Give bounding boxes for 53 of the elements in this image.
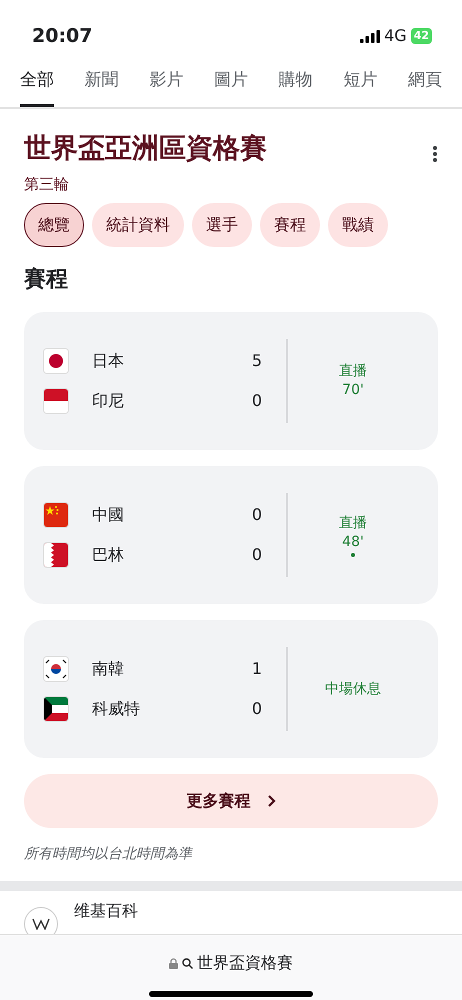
battery-icon: 42 bbox=[410, 28, 432, 44]
team-score: 1 bbox=[252, 658, 262, 680]
team-score: 5 bbox=[252, 350, 262, 372]
search-icon bbox=[182, 958, 193, 968]
team-name: 南韓 bbox=[92, 658, 125, 680]
tab[interactable]: 短片 bbox=[343, 62, 378, 106]
filter-chip[interactable]: 統計資料 bbox=[92, 203, 184, 248]
filter-chip[interactable]: 選手 bbox=[192, 203, 252, 248]
match-card[interactable]: 南韓 1 科威特 0 中場休息 bbox=[24, 620, 438, 758]
flag-icon bbox=[44, 349, 68, 374]
page-title: 世界盃亞洲區資格賽 bbox=[24, 132, 267, 165]
source-name[interactable]: 维基百科 bbox=[74, 899, 138, 924]
tab[interactable]: 新聞 bbox=[84, 62, 119, 106]
signal-icon bbox=[360, 30, 380, 42]
flag-icon bbox=[44, 543, 68, 568]
match-minute: 70' bbox=[342, 381, 364, 400]
tab[interactable]: 購物 bbox=[278, 62, 313, 106]
more-icon[interactable] bbox=[432, 144, 438, 162]
team-name: 日本 bbox=[92, 350, 125, 372]
team-name: 科威特 bbox=[92, 698, 141, 720]
lock-icon bbox=[169, 958, 178, 968]
team-name: 巴林 bbox=[92, 544, 125, 566]
flag-icon bbox=[44, 503, 68, 528]
footnote: 所有時間均以台北時間為準 bbox=[23, 845, 194, 864]
team-score: 0 bbox=[252, 504, 262, 526]
match-status: 直播 bbox=[339, 362, 367, 381]
match-card[interactable]: 中國 0 巴林 0 直播 48' bbox=[24, 466, 438, 604]
team-name: 中國 bbox=[92, 504, 125, 526]
team-name: 印尼 bbox=[92, 390, 125, 412]
tab[interactable]: 圖片 bbox=[214, 62, 248, 106]
match-minute: 48' bbox=[342, 533, 364, 552]
filter-chip[interactable]: 賽程 bbox=[260, 203, 320, 248]
team-score: 0 bbox=[252, 698, 262, 720]
filter-chip[interactable]: 總覽 bbox=[24, 203, 84, 248]
address-text[interactable]: 世界盃資格賽 bbox=[197, 951, 293, 975]
filter-chip[interactable]: 戰績 bbox=[328, 203, 388, 248]
match-status: 直播 bbox=[339, 514, 367, 533]
more-button[interactable]: 更多賽程 bbox=[24, 774, 438, 828]
flag-icon bbox=[44, 697, 68, 722]
team-score: 0 bbox=[252, 390, 262, 412]
flag-icon bbox=[44, 389, 68, 414]
tab[interactable]: 網頁 bbox=[408, 62, 442, 106]
team-score: 0 bbox=[252, 544, 262, 566]
tab[interactable]: 全部 bbox=[20, 62, 54, 106]
chevron-right-icon bbox=[266, 794, 276, 808]
flag-icon bbox=[44, 657, 68, 682]
match-status: 中場休息 bbox=[325, 680, 381, 699]
network-label: 4G bbox=[384, 25, 407, 47]
match-card[interactable]: 日本 5 印尼 0 直播 70' bbox=[24, 312, 438, 450]
subtitle: 第三輪 bbox=[24, 174, 70, 195]
section-title: 賽程 bbox=[23, 266, 69, 294]
status-time: 20:07 bbox=[32, 24, 92, 49]
tab[interactable]: 影片 bbox=[149, 62, 184, 106]
